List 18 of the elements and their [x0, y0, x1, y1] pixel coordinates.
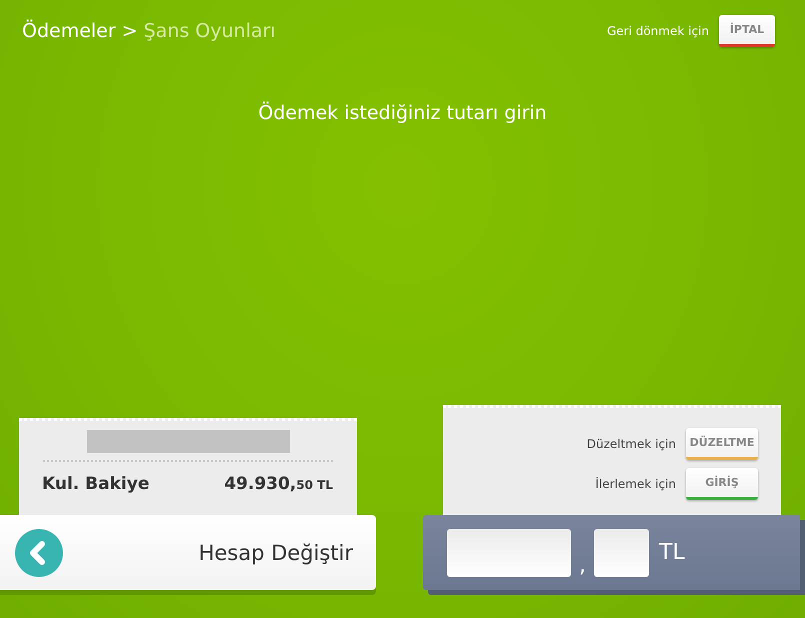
cancel-button[interactable]: İPTAL	[719, 15, 775, 47]
action-button[interactable]: DÜZELTME	[686, 428, 758, 460]
action-hint: İlerlemek için	[595, 477, 676, 491]
change-account-button[interactable]: Hesap Değiştir	[0, 515, 376, 590]
action-hint: Düzeltmek için	[586, 437, 676, 451]
action-button[interactable]: GİRİŞ	[686, 468, 758, 500]
breadcrumb-item: Şans Oyunları	[144, 20, 276, 42]
amount-field[interactable]	[447, 528, 571, 576]
balance-amount: 49.930,50 TL	[224, 474, 333, 494]
currency-label: TL	[659, 540, 685, 565]
cancel-hint: Geri dönmek için	[606, 24, 709, 38]
breadcrumb-item[interactable]: Ödemeler	[22, 20, 116, 42]
cents-field[interactable]	[594, 528, 649, 576]
prompt-text: Ödemek istediğiniz tutarı girin	[258, 102, 547, 124]
back-icon	[15, 528, 63, 576]
decimal-separator: ,	[579, 553, 586, 578]
balance-label: Kul. Bakiye	[42, 474, 150, 494]
breadcrumb-separator: >	[122, 20, 138, 42]
